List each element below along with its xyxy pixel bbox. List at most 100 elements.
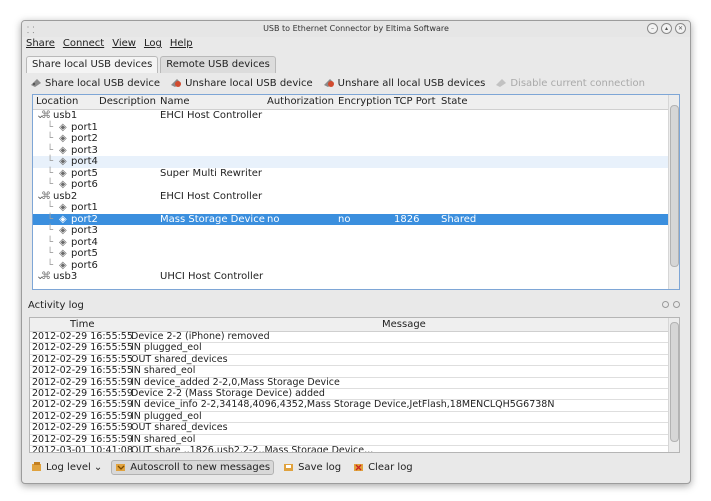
usb-port-icon: ◈	[59, 248, 67, 259]
clear-log-button[interactable]: Clear log	[350, 461, 416, 474]
menu-share[interactable]: Share	[26, 38, 55, 54]
device-row[interactable]: ⌄ ⌘ usb1 EHCI Host Controller	[33, 110, 669, 122]
device-location: usb1	[53, 110, 78, 121]
log-row[interactable]: 2012-02-29 16:55:55 IN shared_eol	[30, 365, 669, 378]
device-scrollbar[interactable]	[668, 95, 679, 289]
device-row[interactable]: └ ◈ port3	[33, 145, 669, 157]
maximize-icon[interactable]: ▴	[661, 23, 672, 34]
tree-branch-icon: └	[47, 133, 54, 144]
log-message: OUT share ,,1826,usb2,2-2,,Mass Storage …	[131, 444, 374, 453]
usb-port-icon: ◈	[59, 133, 67, 144]
minimize-icon[interactable]: –	[647, 23, 658, 34]
usb-port-icon: ◈	[59, 236, 67, 248]
log-message: IN device_info 2-2,34148,4096,4352,Mass …	[131, 399, 555, 411]
col-name[interactable]: Name	[160, 96, 190, 107]
device-row[interactable]: └ ◈ port4	[33, 237, 669, 249]
device-rows: ⌄ ⌘ usb1 EHCI Host Controller └ ◈ port1 └ ◈ port2…	[33, 110, 669, 283]
log-message: IN device_added 2-2,0,Mass Storage Devic…	[131, 376, 340, 388]
log-time: 2012-02-29 16:55:59	[32, 433, 133, 445]
float-icon[interactable]	[662, 301, 669, 308]
tree-branch-icon: └	[47, 156, 54, 167]
tree-branch-icon: └	[47, 202, 54, 213]
device-row[interactable]: └ ◈ port4	[33, 156, 669, 168]
usb-port-icon: ◈	[59, 179, 67, 190]
device-row[interactable]: └ ◈ port5	[33, 248, 669, 260]
col-encryption[interactable]: Encryption	[338, 96, 392, 107]
col-authorization[interactable]: Authorization	[267, 96, 334, 107]
col-tcp-port[interactable]: TCP Port	[394, 96, 436, 107]
unshare-usb-icon	[171, 79, 182, 87]
log-scrollbar[interactable]	[668, 318, 679, 452]
col-time[interactable]: Time	[70, 319, 94, 330]
device-row[interactable]: └ ◈ port1	[33, 202, 669, 214]
device-row[interactable]: ⌄ ⌘ usb3 UHCI Host Controller	[33, 271, 669, 283]
usb-port-icon: ◈	[59, 213, 67, 225]
save-log-icon	[284, 464, 294, 471]
menu-connect[interactable]: Connect	[63, 38, 104, 54]
disable-connection-button[interactable]: Disable current connection	[495, 78, 645, 89]
col-message[interactable]: Message	[382, 319, 426, 330]
unshare-device-button[interactable]: Unshare local USB device	[170, 78, 313, 89]
device-scroll-thumb[interactable]	[670, 105, 679, 267]
log-time: 2012-02-29 16:55:59	[32, 399, 133, 411]
close-dock-icon[interactable]	[673, 301, 680, 308]
device-row[interactable]: ⌄ ⌘ usb2 EHCI Host Controller	[33, 191, 669, 203]
device-row[interactable]: └ ◈ port1	[33, 122, 669, 134]
log-row[interactable]: 2012-02-29 16:55:59 OUT shared_devices	[30, 422, 669, 435]
tab-remote[interactable]: Remote USB devices	[160, 56, 276, 73]
tree-branch-icon: └	[47, 259, 54, 271]
device-location: usb3	[53, 271, 78, 282]
disable-connection-icon	[496, 79, 507, 87]
device-location: port2	[71, 213, 98, 225]
tree-branch-icon: └	[47, 236, 54, 248]
activity-log-label: Activity log	[28, 300, 84, 311]
unshare-all-button[interactable]: Unshare all local USB devices	[323, 77, 486, 89]
save-log-button[interactable]: Save log	[280, 461, 344, 474]
device-row[interactable]: └ ◈ port2 Mass Storage Device no no 1826 Shared	[33, 213, 669, 225]
log-time: 2012-02-29 16:55:55	[32, 331, 133, 342]
unshare-all-label: Unshare all local USB devices	[337, 77, 486, 89]
device-name: UHCI Host Controller	[160, 271, 264, 282]
device-row[interactable]: └ ◈ port6	[33, 179, 669, 191]
share-device-button[interactable]: Share local USB device	[30, 78, 160, 89]
tab-share-local[interactable]: Share local USB devices	[26, 56, 159, 73]
log-level-button[interactable]: Log level ⌄	[28, 461, 105, 474]
usb-hub-icon: ⌘	[41, 190, 51, 202]
device-encryption: no	[338, 213, 351, 225]
tree-branch-icon: └	[47, 213, 54, 225]
device-row[interactable]: └ ◈ port5 Super Multi Rewriter	[33, 168, 669, 180]
usb-port-icon: ◈	[59, 167, 67, 179]
autoscroll-icon	[116, 464, 126, 471]
device-authorization: no	[267, 213, 280, 225]
menu-bar: Share Connect View Log Help	[26, 38, 193, 54]
device-row[interactable]: └ ◈ port2	[33, 133, 669, 145]
device-row[interactable]: └ ◈ port3	[33, 225, 669, 237]
col-description[interactable]: Description	[99, 96, 156, 107]
col-location[interactable]: Location	[36, 96, 78, 107]
log-scroll-thumb[interactable]	[670, 322, 679, 442]
tree-branch-icon: └	[47, 225, 54, 236]
close-icon[interactable]: ✕	[675, 23, 686, 34]
menu-help[interactable]: Help	[170, 38, 193, 54]
clear-log-icon	[354, 464, 364, 471]
log-time: 2012-02-29 16:55:59	[32, 376, 133, 388]
toolbar: Share local USB device Unshare local USB…	[30, 75, 645, 91]
menu-view[interactable]: View	[112, 38, 136, 54]
log-level-label: Log level	[46, 461, 91, 473]
tree-branch-icon: └	[47, 248, 54, 259]
log-message: IN shared_eol	[131, 365, 196, 377]
autoscroll-toggle[interactable]: Autoscroll to new messages	[111, 459, 275, 475]
log-row[interactable]: 2012-03-01 10:41:08 OUT share ,,1826,usb2…	[30, 444, 669, 453]
col-state[interactable]: State	[441, 96, 467, 107]
device-location: port3	[71, 144, 98, 156]
log-time: 2012-02-29 16:55:55	[32, 342, 133, 354]
device-location: port4	[71, 156, 98, 167]
device-row[interactable]: └ ◈ port6	[33, 260, 669, 272]
menu-log[interactable]: Log	[144, 38, 162, 54]
device-table-header: Location Description Name Authorization …	[33, 95, 669, 110]
dropdown-arrow-icon: ⌄	[93, 461, 103, 473]
usb-port-icon: ◈	[59, 225, 67, 236]
app-window: ⸬ USB to Ethernet Connector by Eltima So…	[21, 20, 691, 484]
device-name: Mass Storage Device	[160, 213, 265, 225]
device-location: port4	[71, 236, 98, 248]
